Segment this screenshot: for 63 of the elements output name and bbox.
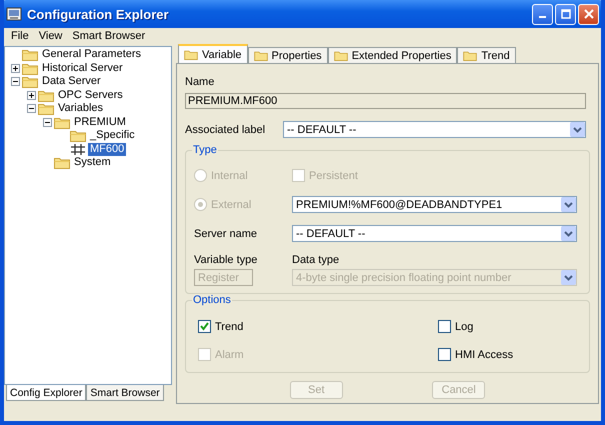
close-icon (584, 9, 594, 19)
folder-icon (38, 88, 54, 102)
field-label: Associated label (185, 124, 266, 136)
caret-icon (564, 202, 573, 208)
window-title: Configuration Explorer (27, 6, 170, 22)
tab[interactable]: Trend (457, 47, 516, 63)
maximize-icon (560, 9, 570, 19)
tab[interactable]: Properties (248, 47, 328, 63)
menu-item[interactable]: Smart Browser (67, 30, 150, 42)
menu-item[interactable]: File (6, 30, 34, 42)
tree-item[interactable]: Data Server (40, 75, 103, 88)
checkbox[interactable]: Log (438, 320, 581, 333)
folder-icon (22, 48, 38, 62)
folder-icon (184, 49, 198, 60)
folder-icon (463, 50, 478, 61)
field-label: Data type (292, 254, 340, 266)
label-dropdown[interactable]: -- DEFAULT -- (283, 121, 586, 138)
close-button[interactable] (578, 4, 599, 24)
tree-item[interactable]: PREMIUM (72, 116, 128, 129)
folder-icon (22, 62, 38, 75)
variable-type-field: Register (194, 269, 253, 286)
caret-icon (573, 126, 582, 132)
field-label: Variable type (194, 254, 258, 266)
tab[interactable]: Variable (178, 44, 248, 63)
group-title: Type (192, 144, 218, 156)
tree-item[interactable]: _Specific (88, 129, 137, 142)
folder-icon (334, 50, 348, 61)
folder-icon (54, 116, 70, 129)
caret-icon (564, 274, 573, 280)
tab[interactable]: Smart Browser (86, 385, 164, 401)
folder-icon (54, 156, 70, 170)
expander-icon[interactable] (27, 90, 36, 100)
checkbox[interactable]: Trend (198, 320, 438, 333)
tab[interactable]: Extended Properties (328, 47, 458, 63)
maximize-button[interactable] (555, 4, 576, 24)
expander-icon[interactable] (27, 104, 36, 114)
check-icon (200, 322, 209, 331)
tab[interactable]: Config Explorer (6, 385, 86, 401)
field-label: Name (185, 76, 216, 88)
folder-icon (22, 75, 38, 88)
tree-item[interactable]: System (72, 156, 113, 170)
tree-item[interactable]: OPC Servers (56, 88, 125, 102)
name-field: PREMIUM.MF600 (185, 93, 586, 109)
tree-item[interactable]: General Parameters (40, 48, 144, 62)
folder-icon (38, 102, 54, 116)
expander-icon[interactable] (11, 64, 20, 73)
expander-icon[interactable] (11, 77, 20, 86)
field-label: Server name (194, 228, 258, 240)
minimize-button[interactable] (532, 4, 553, 24)
minimize-icon (539, 16, 546, 18)
expander-icon[interactable] (43, 118, 52, 127)
grid-icon (70, 142, 86, 156)
caret-icon (564, 230, 573, 236)
menu-item[interactable]: View (34, 30, 68, 42)
app-icon (6, 6, 22, 22)
tree-item[interactable]: MF600 (88, 142, 126, 156)
tree-item[interactable]: Historical Server (40, 62, 125, 75)
group-title: Options (192, 294, 232, 306)
folder-icon (70, 129, 86, 142)
tree-item[interactable]: Variables (56, 102, 106, 116)
checkbox[interactable]: HMI Access (438, 348, 581, 361)
folder-icon (254, 50, 268, 61)
server-dropdown[interactable]: -- DEFAULT -- (292, 225, 577, 242)
